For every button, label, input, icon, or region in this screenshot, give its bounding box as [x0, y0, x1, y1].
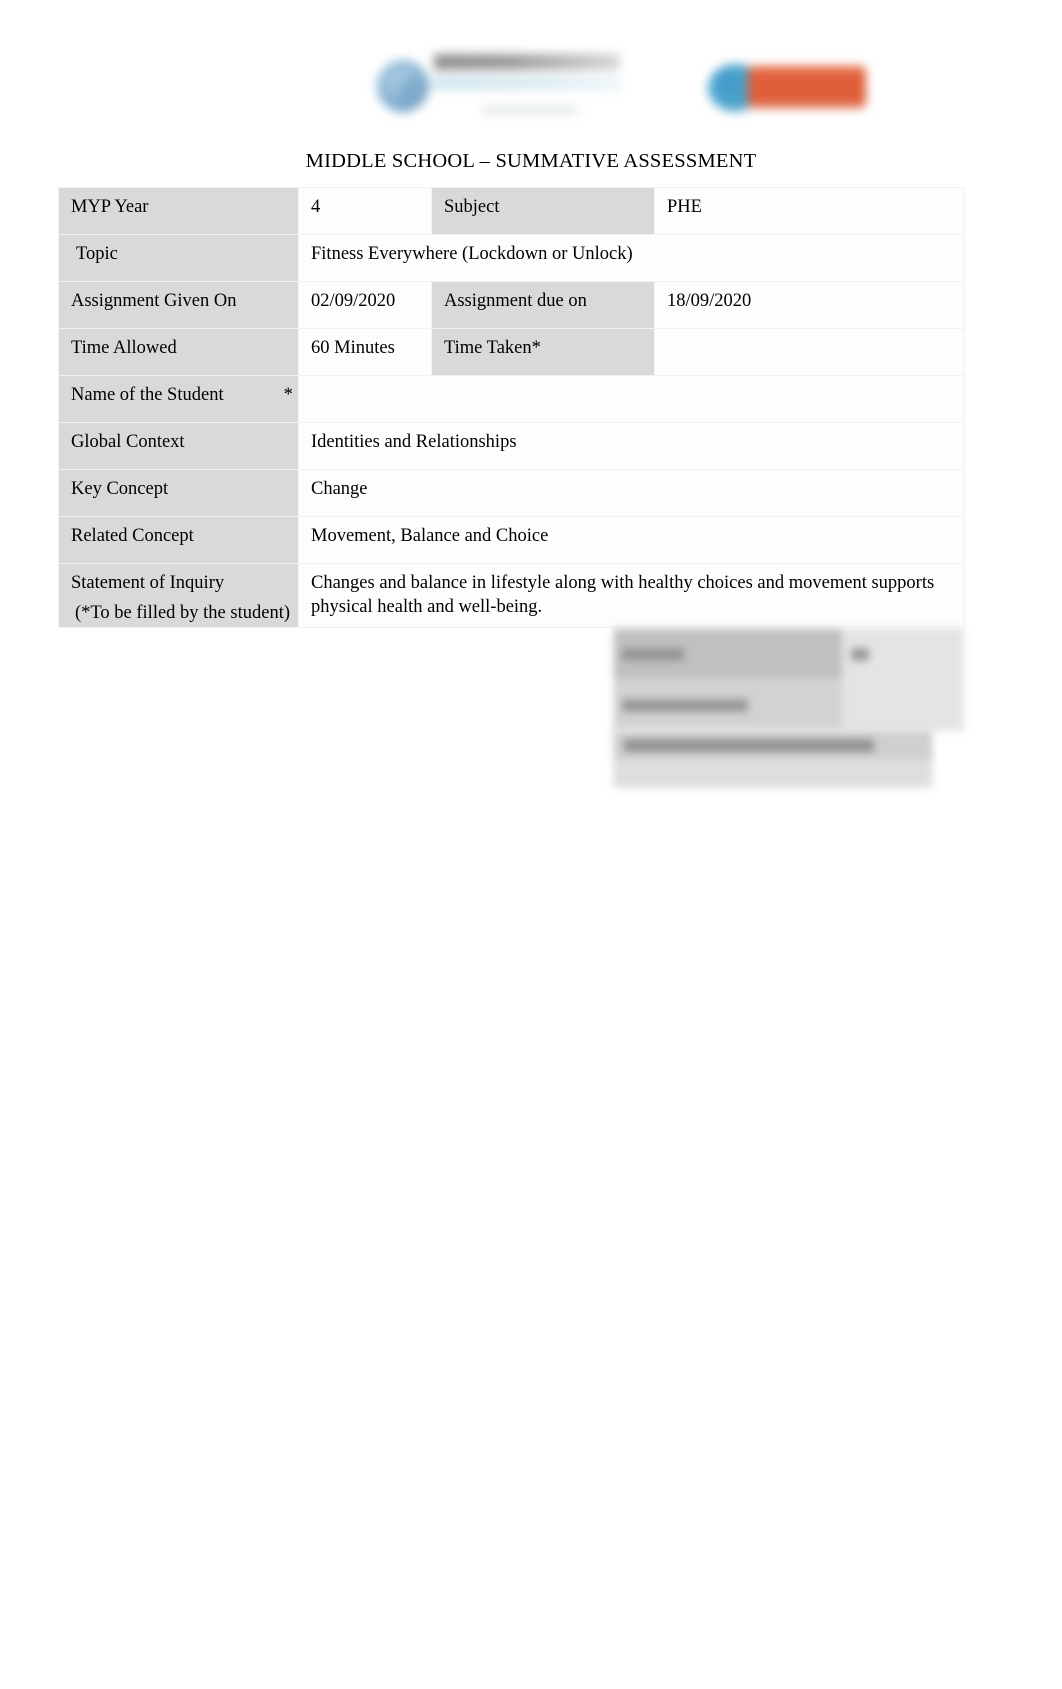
redacted-text: [622, 698, 748, 712]
table-row: Global Context Identities and Relationsh…: [58, 422, 965, 470]
criteria-mark-cell: [842, 628, 964, 680]
row-value-myp-year[interactable]: 4: [298, 187, 432, 235]
table-row: Related Concept Movement, Balance and Ch…: [58, 516, 965, 564]
header-logo-band: [0, 40, 1062, 140]
row-label-assignment-due-on: Assignment due on: [431, 281, 655, 329]
row-label-student-name: Name of the Student *: [58, 375, 299, 423]
table-row: Time Allowed 60 Minutes Time Taken*: [58, 328, 965, 376]
row-value-topic[interactable]: Fitness Everywhere (Lockdown or Unlock): [298, 234, 965, 282]
school-logo: [372, 48, 622, 132]
criteria-label-cell: [613, 679, 843, 731]
redacted-text: [622, 647, 684, 661]
student-fill-footnote: (*To be filled by the student): [75, 603, 290, 623]
table-row: Name of the Student *: [58, 375, 965, 423]
criteria-mark-cell: [842, 679, 964, 731]
school-wordmark: [434, 54, 620, 70]
row-value-time-taken[interactable]: [654, 328, 965, 376]
ib-world-school-logo: [700, 52, 875, 122]
table-row: [613, 628, 964, 680]
row-label-global-context: Global Context: [58, 422, 299, 470]
row-label-key-concept: Key Concept: [58, 469, 299, 517]
school-subline: [482, 106, 578, 114]
required-asterisk: *: [283, 385, 293, 405]
teacher-comment-row: [613, 730, 933, 788]
table-row: Key Concept Change: [58, 469, 965, 517]
row-label-time-taken: Time Taken*: [431, 328, 655, 376]
table-row: Assignment Given On 02/09/2020 Assignmen…: [58, 281, 965, 329]
criteria-label-cell: [613, 628, 843, 680]
redacted-text: [851, 647, 869, 661]
row-label-student-name-text: Name of the Student: [71, 385, 224, 405]
row-value-time-allowed[interactable]: 60 Minutes: [298, 328, 432, 376]
row-label-related-concept: Related Concept: [58, 516, 299, 564]
row-value-key-concept[interactable]: Change: [298, 469, 965, 517]
ib-banner-icon: [748, 66, 866, 108]
comment-blank-row: [613, 760, 933, 788]
row-value-assignment-given-on[interactable]: 02/09/2020: [298, 281, 432, 329]
row-value-related-concept[interactable]: Movement, Balance and Choice: [298, 516, 965, 564]
row-label-topic: Topic: [58, 234, 299, 282]
criteria-marks-grid: [613, 628, 964, 731]
redacted-text: [624, 739, 874, 752]
comment-banner: [613, 730, 933, 762]
page-title: MIDDLE SCHOOL – SUMMATIVE ASSESSMENT: [305, 150, 757, 172]
row-label-subject: Subject: [431, 187, 655, 235]
row-value-statement-of-inquiry[interactable]: Changes and balance in lifestyle along w…: [298, 562, 965, 629]
row-value-subject[interactable]: PHE: [654, 187, 965, 235]
row-label-time-allowed: Time Allowed: [58, 328, 299, 376]
row-value-assignment-due-on[interactable]: 18/09/2020: [654, 281, 965, 329]
school-crest-icon: [377, 60, 429, 112]
row-label-myp-year: MYP Year: [58, 187, 299, 235]
school-tagline: [432, 76, 622, 90]
assessment-info-table: MYP Year 4 Subject PHE Topic Fitness Eve…: [58, 187, 965, 629]
table-row: MYP Year 4 Subject PHE: [58, 187, 965, 235]
table-row: Topic Fitness Everywhere (Lockdown or Un…: [58, 234, 965, 282]
row-value-student-name[interactable]: [298, 375, 965, 423]
table-row: [613, 679, 964, 731]
row-label-assignment-given-on: Assignment Given On: [58, 281, 299, 329]
row-value-global-context[interactable]: Identities and Relationships: [298, 422, 965, 470]
